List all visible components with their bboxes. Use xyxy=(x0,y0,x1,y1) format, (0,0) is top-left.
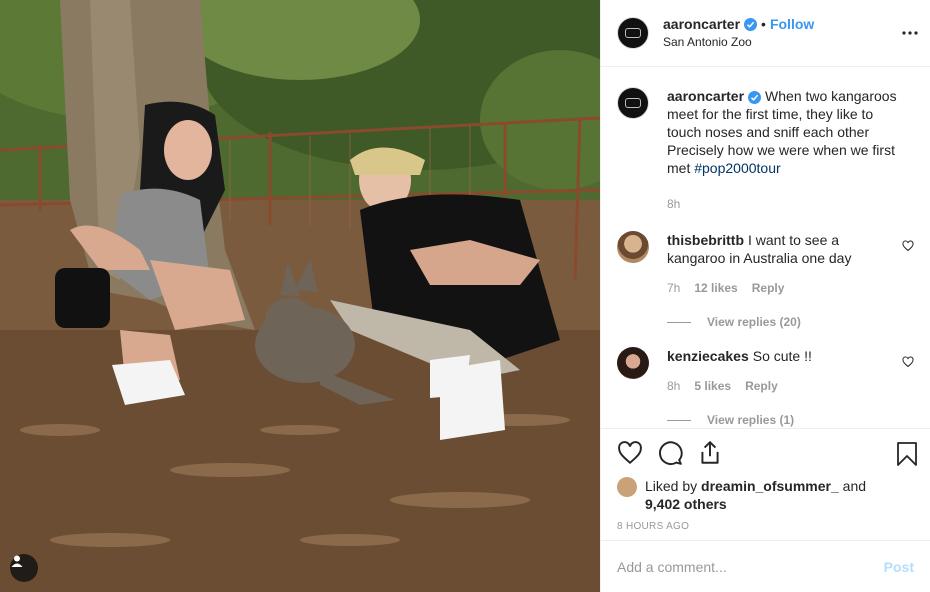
author-avatar[interactable] xyxy=(617,17,649,49)
reply-button[interactable]: Reply xyxy=(752,279,785,297)
post-timestamp[interactable]: 8 HOURS AGO xyxy=(617,521,914,532)
liked-by-prefix: Liked by xyxy=(645,478,698,494)
person-icon xyxy=(11,555,23,567)
commenter-avatar[interactable] xyxy=(617,231,649,263)
view-replies-label: View replies (1) xyxy=(707,413,795,427)
comment-item: thisbebrittb I want to see a kangaroo in … xyxy=(617,231,914,297)
follow-button[interactable]: Follow xyxy=(770,16,814,33)
share-icon[interactable] xyxy=(697,440,723,466)
separator-dot: • xyxy=(761,15,766,32)
add-comment-bar: Post xyxy=(601,540,930,592)
caption-avatar[interactable] xyxy=(617,87,649,119)
comment-time[interactable]: 7h xyxy=(667,279,680,297)
like-heart-icon[interactable] xyxy=(617,440,643,466)
post-photo[interactable] xyxy=(0,0,600,592)
liker-avatar[interactable] xyxy=(617,477,637,497)
reply-button[interactable]: Reply xyxy=(745,377,778,395)
view-replies-button[interactable]: View replies (20) xyxy=(667,315,914,329)
comment-bubble-icon[interactable] xyxy=(657,440,683,466)
caption-username[interactable]: aaroncarter xyxy=(667,88,744,104)
instagram-post-modal: aaroncarter • Follow San Antonio Zoo aar… xyxy=(0,0,930,592)
hashtag-link[interactable]: #pop2000tour xyxy=(694,160,780,176)
post-comment-button[interactable]: Post xyxy=(884,559,914,575)
verified-badge-icon xyxy=(744,17,758,31)
comment-item: kenziecakes So cute !! 8h 5 likes Reply xyxy=(617,347,914,395)
liked-by-and: and xyxy=(842,478,867,494)
tagged-people-button[interactable] xyxy=(10,554,38,582)
caption-time[interactable]: 8h xyxy=(667,195,680,213)
add-comment-input[interactable] xyxy=(617,558,884,575)
more-options-icon[interactable] xyxy=(902,22,918,36)
caption: aaroncarter When two kangaroos meet for t… xyxy=(617,87,914,213)
view-replies-label: View replies (20) xyxy=(707,315,801,329)
like-comment-heart-icon[interactable] xyxy=(902,355,914,371)
photo-illustration xyxy=(0,0,600,592)
liked-by: Liked by dreamin_ofsummer_ and 9,402 oth… xyxy=(617,477,914,513)
like-comment-heart-icon[interactable] xyxy=(902,239,914,255)
verified-badge-icon xyxy=(748,91,762,104)
comment-time[interactable]: 8h xyxy=(667,377,680,395)
commenter-avatar[interactable] xyxy=(617,347,649,379)
author-username[interactable]: aaroncarter xyxy=(663,16,740,33)
comments-section[interactable]: aaroncarter When two kangaroos meet for t… xyxy=(601,67,930,428)
likes-count[interactable]: 9,402 others xyxy=(645,496,727,512)
location-link[interactable]: San Antonio Zoo xyxy=(663,34,814,51)
comment-username[interactable]: kenziecakes xyxy=(667,348,749,364)
post-header: aaroncarter • Follow San Antonio Zoo xyxy=(601,0,930,67)
bookmark-icon[interactable] xyxy=(896,441,918,470)
comment-likes[interactable]: 12 likes xyxy=(694,279,737,297)
post-actions: Liked by dreamin_ofsummer_ and 9,402 oth… xyxy=(601,428,930,540)
view-replies-button[interactable]: View replies (1) xyxy=(667,413,914,427)
liker-username[interactable]: dreamin_ofsummer_ xyxy=(701,478,839,494)
comment-likes[interactable]: 5 likes xyxy=(694,377,731,395)
post-side-panel: aaroncarter • Follow San Antonio Zoo aar… xyxy=(600,0,930,592)
comment-username[interactable]: thisbebrittb xyxy=(667,232,744,248)
comment-text: So cute !! xyxy=(752,348,812,364)
